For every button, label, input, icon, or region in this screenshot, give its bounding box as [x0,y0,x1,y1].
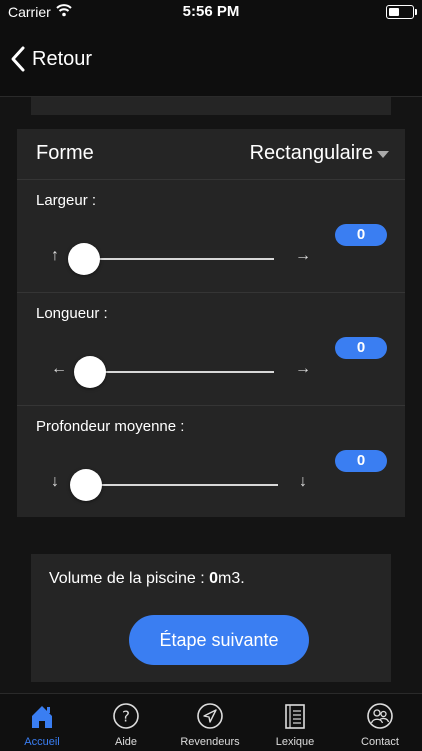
volume-unit: m3. [218,570,245,587]
arrow-right-icon: → [295,247,311,264]
dimensions-card: Forme Rectangulaire Largeur : 0 ↑ → Long… [17,129,405,517]
volume-card: Volume de la piscine : 0m3. Étape suivan… [31,554,391,682]
content-area[interactable]: Forme Rectangulaire Largeur : 0 ↑ → Long… [0,97,422,693]
contact-icon [367,703,393,729]
help-icon: ? [113,703,139,729]
width-value-badge: 0 [335,224,387,246]
arrow-left-icon: ← [51,360,67,377]
volume-value: 0 [209,570,218,587]
depth-slider-thumb[interactable] [70,469,102,501]
length-slider-section: Longueur : 0 ← → [17,292,405,406]
svg-text:?: ? [122,708,130,726]
tab-label: Aide [114,736,138,748]
arrow-down-icon: ↓ [51,473,59,490]
arrow-up-icon: ↑ [51,247,59,264]
navigation-bar: Retour [0,24,422,97]
length-label: Longueur : [36,305,108,322]
shape-value[interactable]: Rectangulaire [250,142,373,165]
tab-label: Lexique [275,736,315,748]
home-icon [32,706,52,728]
tab-revendeurs[interactable]: Revendeurs [168,694,252,751]
location-arrow-icon [197,703,223,729]
length-slider-track[interactable] [85,371,274,373]
depth-slider-section: Profondeur moyenne : 0 ↓ ↓ [17,405,405,518]
status-time: 5:56 PM [182,3,240,20]
depth-value-badge: 0 [335,450,387,472]
next-step-button[interactable]: Étape suivante [129,615,309,665]
tab-aide[interactable]: ? Aide [84,694,168,751]
caret-down-icon[interactable] [377,151,389,158]
length-slider-thumb[interactable] [74,356,106,388]
chevron-left-icon [11,46,25,72]
status-bar: Carrier 5:56 PM [0,0,422,24]
arrow-down-icon: ↓ [299,473,307,490]
back-button[interactable]: Retour [8,44,92,74]
width-slider-track[interactable] [79,258,274,260]
tab-label: Accueil [24,736,60,748]
tab-bar: Accueil ? Aide Revendeurs Lexique Contac… [0,693,422,751]
tab-label: Revendeurs [180,736,240,748]
arrow-right-icon: → [295,360,311,377]
depth-slider-track[interactable] [81,484,278,486]
width-slider-thumb[interactable] [68,243,100,275]
previous-card [31,97,391,115]
tab-accueil[interactable]: Accueil [0,694,84,751]
tab-label: Contact [361,736,399,748]
depth-label: Profondeur moyenne : [36,418,185,435]
book-icon [285,704,305,729]
tab-contact[interactable]: Contact [338,694,422,751]
tab-lexique[interactable]: Lexique [253,694,337,751]
shape-label: Forme [36,142,94,164]
volume-text: Volume de la piscine : 0m3. [49,570,245,588]
back-label: Retour [32,47,93,70]
volume-prefix: Volume de la piscine : [49,570,210,587]
width-slider-section: Largeur : 0 ↑ → [17,179,405,293]
length-value-badge: 0 [335,337,387,359]
width-label: Largeur : [36,192,97,209]
shape-selector[interactable]: Forme Rectangulaire [17,129,405,180]
battery-icon [386,5,417,19]
